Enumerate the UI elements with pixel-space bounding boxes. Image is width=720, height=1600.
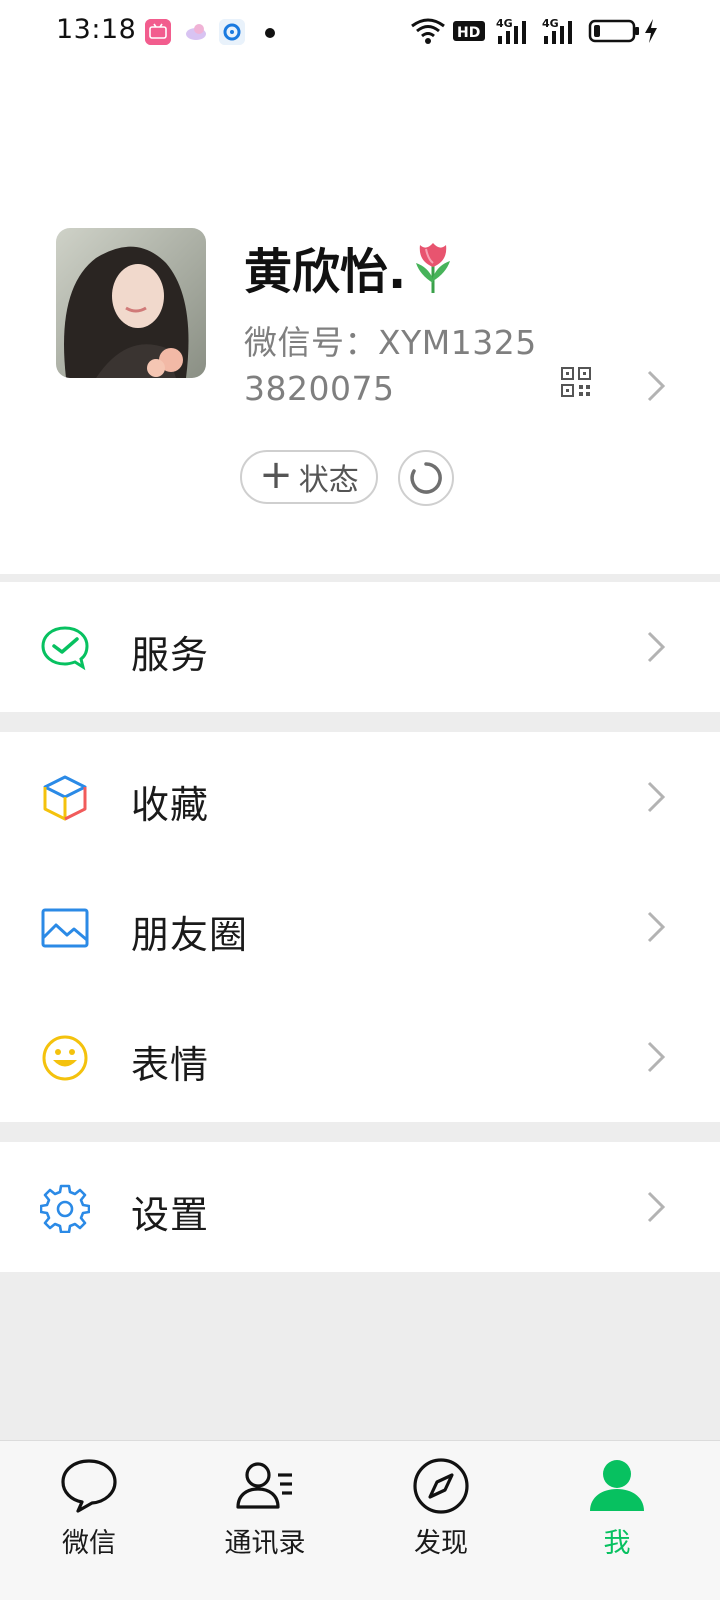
menu-label: 收藏 bbox=[131, 783, 210, 827]
contacts-icon bbox=[236, 1462, 292, 1509]
chat-bubble-icon bbox=[61, 1459, 117, 1513]
wifi-icon bbox=[411, 18, 445, 44]
plus-icon: + bbox=[259, 452, 293, 498]
nickname-text: 黄欣怡. bbox=[244, 244, 407, 300]
tab-label: 我 bbox=[603, 1528, 631, 1559]
bilibili-icon bbox=[145, 19, 171, 45]
loading-ring-icon bbox=[410, 462, 442, 494]
menu-label: 表情 bbox=[131, 1043, 210, 1087]
me-icon bbox=[590, 1460, 644, 1511]
chevron-right-icon bbox=[647, 781, 666, 813]
compass-icon bbox=[413, 1458, 469, 1514]
status-time: 13:18 bbox=[56, 14, 137, 45]
tab-label: 微信 bbox=[62, 1528, 116, 1559]
more-notifications-dot bbox=[265, 28, 275, 38]
signal-4g-icon: 4G bbox=[496, 17, 526, 44]
wechat-id: 微信号：XYM13253820075 bbox=[244, 320, 544, 412]
tab-discover[interactable]: 发现 bbox=[376, 1441, 506, 1569]
moments-image-icon bbox=[41, 908, 89, 948]
menu-label: 设置 bbox=[131, 1193, 210, 1237]
menu-item-moments[interactable]: 朋友圈 bbox=[0, 862, 720, 992]
bottom-tab-bar: 微信 通讯录 发现 我 bbox=[0, 1440, 720, 1600]
tab-label: 发现 bbox=[414, 1528, 468, 1559]
menu-item-stickers[interactable]: 表情 bbox=[0, 992, 720, 1122]
services-icon bbox=[41, 626, 89, 671]
tulip-emoji-icon bbox=[416, 243, 451, 293]
status-ring-button[interactable] bbox=[398, 450, 454, 506]
network-label: 4G bbox=[496, 17, 513, 30]
charging-icon bbox=[645, 19, 657, 43]
status-button-label: 状态 bbox=[298, 463, 359, 498]
menu-label: 朋友圈 bbox=[131, 913, 249, 957]
qq-browser-icon bbox=[219, 19, 245, 45]
menu-item-settings[interactable]: 设置 bbox=[0, 1142, 720, 1272]
stickers-smiley-icon bbox=[42, 1035, 88, 1081]
soul-icon bbox=[183, 19, 209, 45]
settings-group: 设置 bbox=[0, 1142, 720, 1272]
chevron-right-icon[interactable] bbox=[645, 368, 667, 404]
wechat-me-screen: 13:18 HD 4G 4G 黄欣怡. 微信号：XYM13253820075 +… bbox=[0, 0, 720, 1600]
main-menu-group: 收藏 朋友圈 表情 bbox=[0, 732, 720, 1122]
menu-item-services[interactable]: 服务 bbox=[0, 582, 720, 712]
qr-code-icon[interactable] bbox=[560, 366, 592, 398]
tab-label: 通讯录 bbox=[224, 1528, 306, 1559]
add-status-button[interactable]: + 状态 bbox=[240, 450, 378, 504]
hd-text: HD bbox=[457, 25, 480, 41]
services-group: 服务 bbox=[0, 582, 720, 712]
avatar[interactable] bbox=[56, 228, 206, 378]
chevron-right-icon bbox=[647, 1191, 666, 1223]
hd-icon: HD bbox=[453, 21, 485, 41]
tab-me[interactable]: 我 bbox=[552, 1441, 682, 1569]
signal-4g-icon: 4G bbox=[542, 17, 572, 44]
nickname: 黄欣怡. bbox=[244, 232, 456, 302]
chevron-right-icon bbox=[647, 911, 666, 943]
chevron-right-icon bbox=[647, 631, 666, 663]
battery-icon bbox=[588, 19, 639, 43]
menu-item-favorites[interactable]: 收藏 bbox=[0, 732, 720, 862]
network-label: 4G bbox=[542, 17, 559, 30]
status-bar: 13:18 HD 4G 4G bbox=[0, 0, 720, 64]
gear-icon bbox=[40, 1184, 90, 1233]
profile-header[interactable]: 黄欣怡. 微信号：XYM13253820075 + 状态 bbox=[0, 64, 720, 574]
favorites-cube-icon bbox=[43, 775, 87, 821]
tab-contacts[interactable]: 通讯录 bbox=[200, 1441, 330, 1569]
tab-chats[interactable]: 微信 bbox=[24, 1441, 154, 1569]
wechat-id-label: 微信号： bbox=[244, 323, 378, 362]
menu-label: 服务 bbox=[131, 633, 210, 677]
chevron-right-icon bbox=[647, 1041, 666, 1073]
